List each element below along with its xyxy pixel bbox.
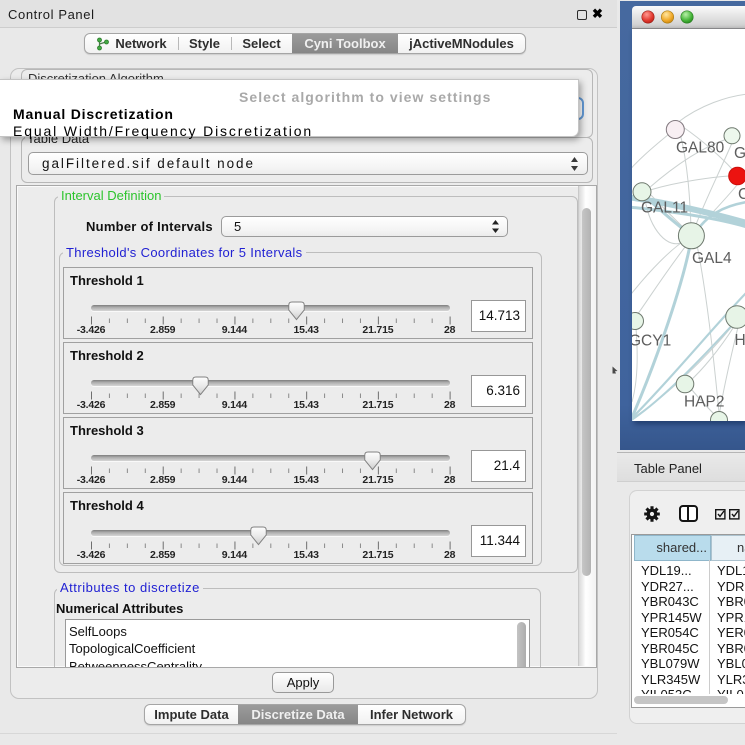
svg-text:C: C	[738, 186, 745, 203]
svg-text:HAP2: HAP2	[684, 394, 725, 411]
svg-text:GAL11: GAL11	[641, 200, 688, 217]
svg-text:H: H	[735, 332, 745, 349]
svg-text:GAL80: GAL80	[676, 140, 725, 157]
svg-text:GAL4: GAL4	[692, 250, 732, 267]
svg-text:GA: GA	[734, 145, 745, 162]
svg-text:GCY1: GCY1	[632, 333, 671, 350]
